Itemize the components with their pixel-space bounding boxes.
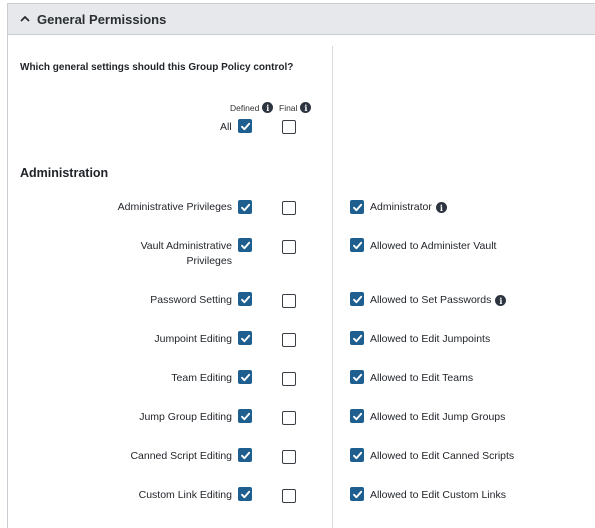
question-text: Which general settings should this Group… — [20, 62, 294, 73]
info-icon[interactable]: i — [435, 202, 447, 213]
defined-column-label: Defined — [230, 102, 260, 113]
row-label-team-editing: Team Editing — [171, 372, 232, 384]
option-label: Allowed to Edit Canned Scripts — [370, 450, 515, 462]
row-label-canned-script-editing: Canned Script Editing — [130, 450, 232, 462]
option-checkbox[interactable] — [350, 331, 364, 345]
defined-checkbox[interactable] — [238, 370, 252, 384]
option-label: Allowed to Edit Jumpoints — [370, 333, 491, 345]
option-checkbox[interactable] — [350, 448, 364, 462]
option-set-passwords: Allowed to Set Passwords i — [370, 293, 507, 308]
option-checkbox[interactable] — [350, 200, 364, 214]
final-checkbox[interactable] — [282, 333, 296, 347]
option-label: Allowed to Edit Custom Links — [370, 489, 506, 501]
defined-checkbox[interactable] — [238, 487, 252, 501]
final-checkbox[interactable] — [282, 372, 296, 386]
final-checkbox[interactable] — [282, 489, 296, 503]
defined-checkbox[interactable] — [238, 409, 252, 423]
option-edit-jumpoints: Allowed to Edit Jumpoints — [370, 332, 490, 347]
final-checkbox[interactable] — [282, 411, 296, 425]
all-final-checkbox[interactable] — [282, 120, 296, 134]
option-checkbox[interactable] — [350, 487, 364, 501]
defined-column-header: Defined i — [230, 102, 274, 113]
all-label: All — [220, 121, 232, 133]
final-checkbox[interactable] — [282, 450, 296, 464]
row-label-administrative-privileges: Administrative Privileges — [117, 201, 232, 213]
option-administer-vault: Allowed to Administer Vault — [370, 239, 496, 254]
option-checkbox[interactable] — [350, 370, 364, 384]
column-divider — [332, 46, 333, 528]
option-label: Administrator — [370, 201, 432, 213]
defined-checkbox[interactable] — [238, 292, 252, 306]
row-label-jumpoint-editing: Jumpoint Editing — [154, 333, 232, 345]
option-administrator: Administrator i — [370, 200, 447, 215]
defined-checkbox[interactable] — [238, 238, 252, 252]
option-edit-teams: Allowed to Edit Teams — [370, 371, 473, 386]
section-title: Administration — [20, 166, 109, 180]
row-label-custom-link-editing: Custom Link Editing — [138, 489, 232, 501]
info-icon[interactable]: i — [262, 102, 274, 113]
option-edit-jump-groups: Allowed to Edit Jump Groups — [370, 410, 505, 425]
row-label-jump-group-editing: Jump Group Editing — [139, 411, 232, 423]
option-label: Allowed to Edit Teams — [370, 372, 474, 384]
row-label-password-setting: Password Setting — [150, 294, 232, 306]
info-icon[interactable]: i — [495, 295, 507, 306]
info-icon[interactable]: i — [300, 102, 312, 113]
option-label: Allowed to Administer Vault — [370, 240, 497, 252]
panel-title: General Permissions — [37, 11, 167, 27]
defined-checkbox[interactable] — [238, 448, 252, 462]
final-checkbox[interactable] — [282, 201, 296, 215]
all-defined-checkbox[interactable] — [238, 119, 252, 133]
final-checkbox[interactable] — [282, 240, 296, 254]
option-label: Allowed to Edit Jump Groups — [370, 411, 506, 423]
option-label: Allowed to Set Passwords — [370, 294, 492, 306]
option-checkbox[interactable] — [350, 409, 364, 423]
final-column-label: Final — [279, 102, 298, 113]
option-checkbox[interactable] — [350, 238, 364, 252]
row-label-vault-administrative-privileges: Vault Administrative Privileges — [140, 240, 232, 267]
panel-header-toggle[interactable]: General Permissions — [8, 4, 595, 35]
final-checkbox[interactable] — [282, 294, 296, 308]
defined-checkbox[interactable] — [238, 200, 252, 214]
chevron-up-icon — [18, 12, 32, 26]
defined-checkbox[interactable] — [238, 331, 252, 345]
option-checkbox[interactable] — [350, 292, 364, 306]
option-edit-custom-links: Allowed to Edit Custom Links — [370, 488, 506, 503]
final-column-header: Final i — [279, 102, 312, 113]
option-edit-canned-scripts: Allowed to Edit Canned Scripts — [370, 449, 514, 464]
